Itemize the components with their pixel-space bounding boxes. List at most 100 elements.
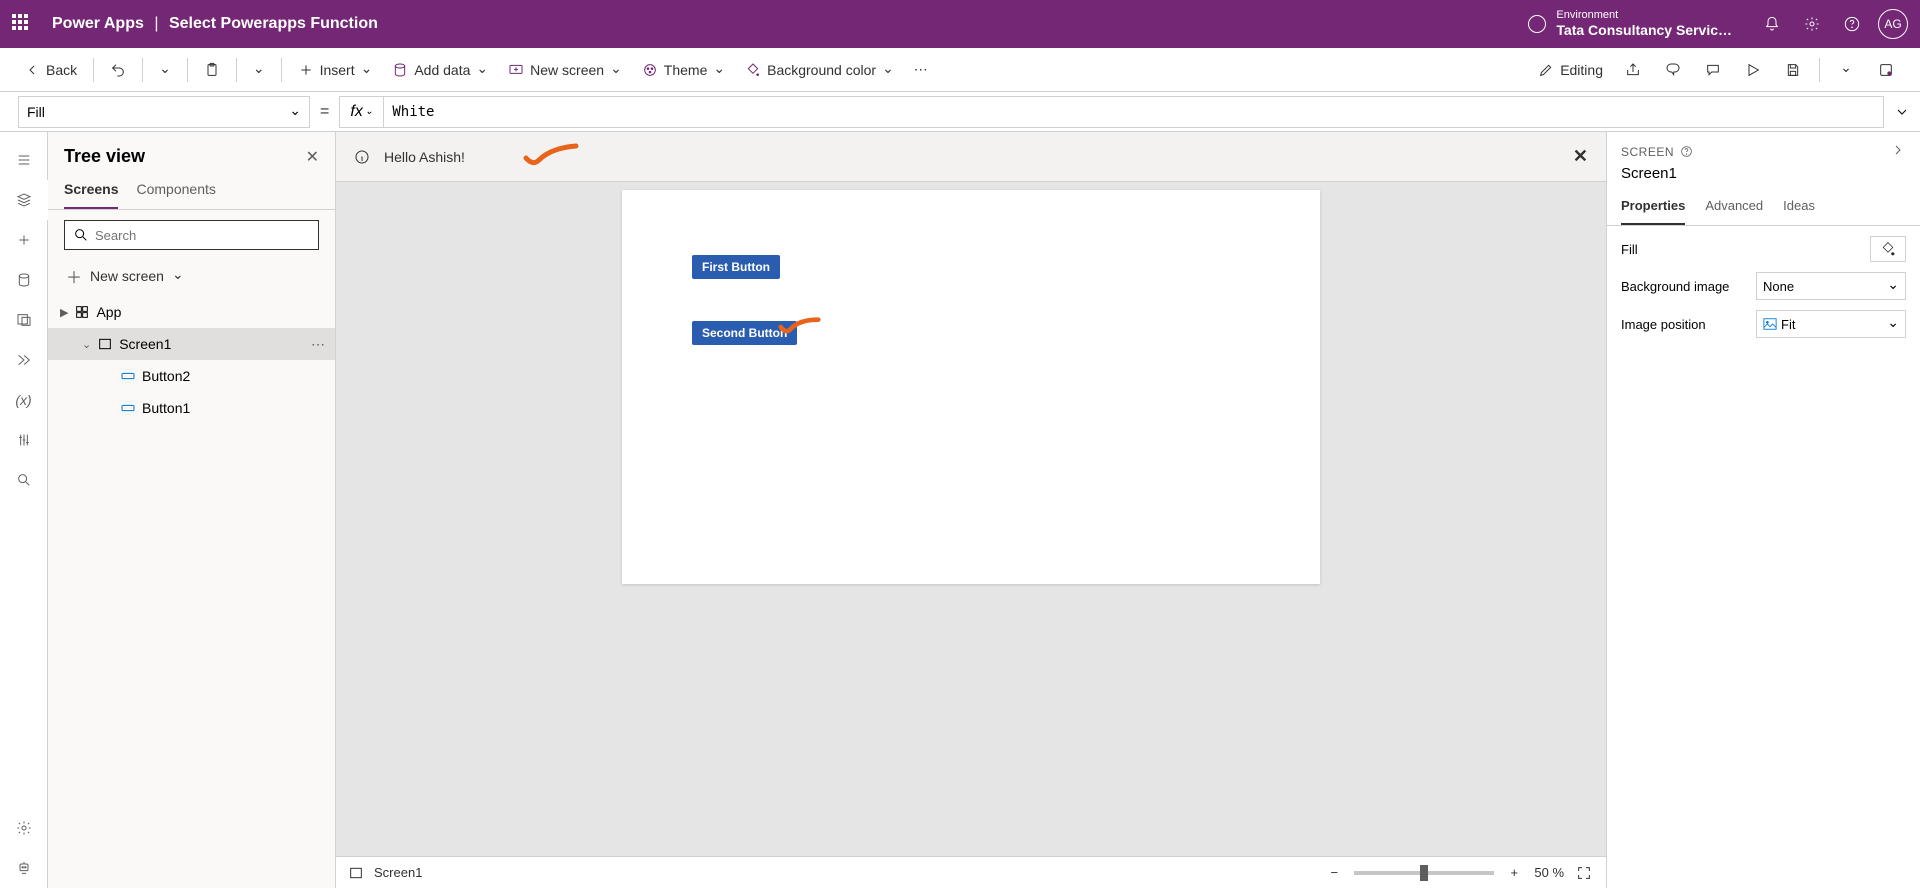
- chevron-down-icon: [289, 104, 301, 120]
- insert-button[interactable]: Insert: [290, 54, 381, 86]
- publish-button[interactable]: [1868, 54, 1904, 86]
- rail-settings[interactable]: [0, 808, 48, 848]
- button-icon: [120, 368, 136, 384]
- banner-close[interactable]: ✕: [1573, 146, 1588, 167]
- tree-view-title: Tree view: [64, 146, 145, 167]
- settings-icon[interactable]: [1792, 0, 1832, 48]
- chevron-down-icon: [713, 62, 725, 78]
- prop-fill-button[interactable]: [1870, 236, 1906, 262]
- rail-search[interactable]: [0, 460, 48, 500]
- chevron-down-icon: [610, 62, 622, 78]
- banner-message: Hello Ashish!: [384, 149, 465, 165]
- zoom-slider[interactable]: [1354, 871, 1494, 875]
- canvas-area: Hello Ashish! ✕ First Button Second Butt…: [336, 132, 1606, 888]
- chevron-down-icon: [159, 62, 171, 78]
- prop-screen-name: Screen1: [1607, 163, 1920, 190]
- notifications-icon[interactable]: [1752, 0, 1792, 48]
- theme-button[interactable]: Theme: [634, 54, 733, 86]
- chevron-down-icon: [1840, 61, 1852, 79]
- tree-node-app[interactable]: ▶ App: [48, 296, 335, 328]
- tab-screens[interactable]: Screens: [64, 173, 118, 209]
- comments-button[interactable]: [1695, 54, 1731, 86]
- rail-insert[interactable]: [0, 220, 48, 260]
- save-menu[interactable]: [1828, 54, 1864, 86]
- canvas-footer: Screen1 − + 50 %: [336, 856, 1606, 888]
- undo-button[interactable]: [102, 54, 134, 86]
- environment-picker[interactable]: Environment Tata Consultancy Servic…: [1528, 9, 1732, 39]
- prop-image-position-select[interactable]: Fit: [1756, 310, 1906, 338]
- editing-mode-button[interactable]: Editing: [1530, 54, 1611, 86]
- bg-color-button[interactable]: Background color: [737, 54, 902, 86]
- rail-media[interactable]: [0, 300, 48, 340]
- rail-virtual-agent[interactable]: [0, 848, 48, 888]
- rail-power-automate[interactable]: [0, 340, 48, 380]
- formula-input[interactable]: White: [384, 104, 1883, 120]
- property-selector[interactable]: Fill: [18, 96, 310, 128]
- chevron-down-icon: [172, 268, 184, 284]
- chevron-down-icon: [476, 62, 488, 78]
- button-icon: [120, 400, 136, 416]
- new-screen-button[interactable]: New screen: [500, 54, 630, 86]
- tab-ideas[interactable]: Ideas: [1783, 190, 1815, 225]
- annotation-checkmark: [777, 316, 823, 343]
- rail-variables[interactable]: (x): [0, 380, 48, 420]
- preview-button[interactable]: [1735, 54, 1771, 86]
- rail-advanced-tools[interactable]: [0, 420, 48, 460]
- help-icon[interactable]: [1832, 0, 1872, 48]
- zoom-out-button[interactable]: −: [1324, 863, 1344, 883]
- rail-data[interactable]: [0, 260, 48, 300]
- paste-menu[interactable]: [245, 54, 273, 86]
- new-screen-link[interactable]: ＋ New screen: [48, 260, 335, 296]
- add-data-button[interactable]: Add data: [384, 54, 496, 86]
- chevron-down-icon: [1887, 279, 1899, 294]
- prop-bg-image-label: Background image: [1621, 279, 1729, 294]
- image-icon: [1763, 317, 1777, 331]
- zoom-in-button[interactable]: +: [1504, 863, 1524, 883]
- formula-bar: Fill = fx⌄ White: [0, 92, 1920, 132]
- rail-tree-view[interactable]: [0, 180, 48, 220]
- undo-menu[interactable]: [151, 54, 179, 86]
- user-avatar[interactable]: AG: [1878, 9, 1908, 39]
- close-tree-button[interactable]: ✕: [306, 147, 319, 167]
- chevron-down-icon: [1887, 317, 1899, 332]
- command-bar: Back Insert Add data New screen Theme Ba…: [0, 48, 1920, 92]
- prop-fill-label: Fill: [1621, 242, 1638, 257]
- app-title: Power Apps | Select Powerapps Function: [52, 15, 378, 33]
- zoom-value: 50 %: [1534, 865, 1564, 880]
- canvas-button-first[interactable]: First Button: [692, 255, 780, 279]
- tree-node-button1[interactable]: Button1: [48, 392, 335, 424]
- collapse-properties-button[interactable]: [1890, 142, 1906, 161]
- tree-node-button2[interactable]: Button2: [48, 360, 335, 392]
- info-icon: [354, 149, 370, 165]
- fit-to-screen-button[interactable]: [1574, 863, 1594, 883]
- tab-components[interactable]: Components: [136, 173, 215, 209]
- waffle-icon[interactable]: [12, 14, 32, 34]
- prop-bg-image-select[interactable]: None: [1756, 272, 1906, 300]
- overflow-button[interactable]: ⋯: [906, 54, 936, 86]
- left-rail: (x): [0, 132, 48, 888]
- screen-icon: [348, 865, 364, 881]
- rail-hamburger[interactable]: [0, 140, 48, 180]
- equals-sign: =: [320, 103, 329, 121]
- tree-view-pane: Tree view ✕ Screens Components ＋ New scr…: [48, 132, 336, 888]
- tab-properties[interactable]: Properties: [1621, 190, 1685, 225]
- paste-button[interactable]: [196, 54, 228, 86]
- tree-search[interactable]: [64, 220, 319, 250]
- tab-advanced[interactable]: Advanced: [1705, 190, 1763, 225]
- formula-expand-button[interactable]: [1884, 92, 1920, 132]
- share-button[interactable]: [1615, 54, 1651, 86]
- tree-search-input[interactable]: [95, 228, 310, 243]
- annotation-checkmark: [521, 140, 581, 173]
- tree-node-more[interactable]: ⋯: [311, 336, 325, 353]
- canvas-viewport[interactable]: First Button Second Button: [336, 182, 1606, 856]
- app-checker-button[interactable]: [1655, 54, 1691, 86]
- fx-button[interactable]: fx⌄: [340, 97, 384, 127]
- back-button[interactable]: Back: [16, 54, 85, 86]
- footer-screen-name: Screen1: [374, 865, 422, 880]
- prop-image-position-label: Image position: [1621, 317, 1706, 332]
- canvas-screen[interactable]: First Button Second Button: [622, 190, 1320, 584]
- help-icon[interactable]: [1680, 145, 1693, 158]
- save-button[interactable]: [1775, 54, 1811, 86]
- tree-node-screen1[interactable]: ⌄ Screen1 ⋯: [48, 328, 335, 360]
- chevron-down-icon: [253, 62, 265, 78]
